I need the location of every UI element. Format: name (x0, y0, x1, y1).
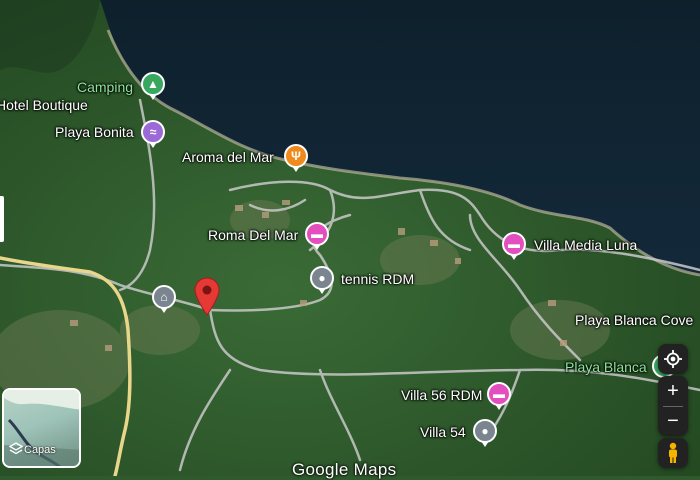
place-label-villa-56-rdm[interactable]: Villa 56 RDM (401, 387, 482, 403)
place-label-playa-blanca[interactable]: Playa Blanca (565, 359, 647, 375)
zoom-in-button[interactable]: + (658, 377, 688, 406)
education-icon[interactable]: ⌂ (152, 285, 176, 309)
pegman-icon (669, 442, 677, 463)
zoom-out-button[interactable]: − (658, 407, 688, 436)
google-maps-wordmark: Google Maps (292, 460, 397, 479)
bed-icon[interactable]: ▬ (487, 382, 511, 406)
my-location-button[interactable] (658, 344, 688, 374)
bed-icon[interactable]: ▬ (502, 232, 526, 256)
place-label-playa-bonita[interactable]: Playa Bonita (55, 124, 134, 140)
layers-button[interactable]: Capas (2, 388, 81, 468)
layers-label: Capas (24, 444, 56, 456)
bed-icon[interactable]: ▬ (305, 222, 329, 246)
place-label-villa-54[interactable]: Villa 54 (420, 424, 466, 440)
side-panel-tab[interactable] (0, 196, 4, 242)
restaurant-icon[interactable]: Ψ (284, 144, 308, 168)
dropped-pin-icon[interactable] (193, 276, 221, 316)
beach-icon[interactable]: ≈ (141, 120, 165, 144)
place-icon[interactable]: ● (473, 419, 497, 443)
place-icon[interactable]: ● (310, 266, 334, 290)
place-label-camping[interactable]: Camping (77, 79, 133, 95)
street-view-button[interactable] (658, 438, 688, 468)
place-label-villa-media-luna[interactable]: Villa Media Luna (534, 237, 637, 253)
zoom-controls: + − (658, 376, 688, 436)
place-label-playa-blanca-cove[interactable]: Playa Blanca Cove (575, 312, 693, 328)
place-label-aroma-del-mar[interactable]: Aroma del Mar (182, 149, 274, 165)
place-label-hotel-boutique[interactable]: Hotel Boutique (0, 97, 88, 113)
my-location-icon (664, 350, 682, 368)
place-label-tennis-rdm[interactable]: tennis RDM (341, 271, 414, 287)
campground-icon[interactable]: ▲ (141, 72, 165, 96)
layers-thumbnail (4, 390, 79, 466)
layers-icon (9, 442, 23, 455)
place-label-roma-del-mar[interactable]: Roma Del Mar (208, 227, 298, 243)
